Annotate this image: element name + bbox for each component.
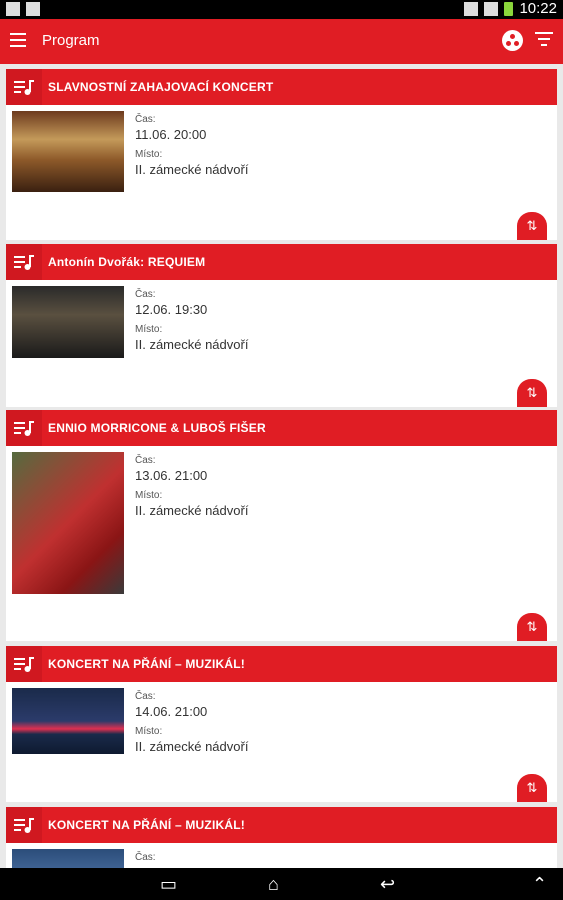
recent-apps-icon[interactable]: ▭	[160, 874, 177, 895]
time-label: Čas:	[135, 455, 156, 466]
playlist-music-icon	[6, 410, 42, 446]
event-photo	[12, 111, 124, 192]
event-card[interactable]: Antonín Dvořák: REQUIEM Čas: 12.06. 19:3…	[6, 244, 557, 407]
event-list[interactable]: SLAVNOSTNÍ ZAHAJOVACÍ KONCERT Čas: 11.06…	[0, 64, 563, 868]
event-time: 11.06. 20:00	[135, 127, 207, 142]
event-header[interactable]: SLAVNOSTNÍ ZAHAJOVACÍ KONCERT	[6, 69, 557, 105]
arrows-swap-icon: ⇅	[526, 780, 538, 795]
download-icon	[6, 2, 20, 16]
app-bar: Program	[0, 19, 563, 64]
event-card[interactable]: SLAVNOSTNÍ ZAHAJOVACÍ KONCERT Čas: 11.06…	[6, 69, 557, 240]
event-title: KONCERT NA PŘÁNÍ – MUZIKÁL!	[48, 818, 245, 832]
playlist-music-icon	[6, 646, 42, 682]
place-label: Místo:	[135, 726, 163, 737]
arrows-swap-icon: ⇅	[526, 619, 538, 634]
event-header[interactable]: Antonín Dvořák: REQUIEM	[6, 244, 557, 280]
event-title: KONCERT NA PŘÁNÍ – MUZIKÁL!	[48, 657, 245, 671]
battery-icon	[504, 1, 514, 16]
event-time: 12.06. 19:30	[135, 302, 208, 317]
playlist-music-icon	[6, 807, 42, 843]
share-button[interactable]: ⇅	[517, 379, 547, 407]
event-photo	[12, 286, 124, 358]
filter-icon[interactable]	[535, 32, 553, 48]
system-nav-bar: ▭ ⌂ ↩ ⌃	[0, 868, 563, 900]
place-label: Místo:	[135, 490, 163, 501]
event-title: ENNIO MORRICONE & LUBOŠ FIŠER	[48, 421, 266, 435]
clock: 10:22	[519, 0, 557, 17]
event-photo	[12, 849, 124, 868]
page-title: Program	[42, 32, 100, 49]
share-button[interactable]: ⇅	[517, 774, 547, 802]
time-label: Čas:	[135, 289, 156, 300]
place-label: Místo:	[135, 149, 163, 160]
event-photo	[12, 452, 124, 594]
event-header[interactable]: ENNIO MORRICONE & LUBOŠ FIŠER	[6, 410, 557, 446]
event-card[interactable]: KONCERT NA PŘÁNÍ – MUZIKÁL! Čas: 14.06. …	[6, 646, 557, 802]
wifi-icon	[484, 1, 499, 16]
place-label: Místo:	[135, 324, 163, 335]
time-label: Čas:	[135, 114, 156, 125]
arrows-swap-icon: ⇅	[526, 385, 538, 400]
home-icon[interactable]: ⌂	[268, 874, 279, 895]
event-title: Antonín Dvořák: REQUIEM	[48, 255, 206, 269]
chevron-up-icon[interactable]: ⌃	[532, 874, 547, 895]
image-icon	[26, 2, 40, 16]
event-place: II. zámecké nádvoří	[135, 503, 249, 518]
event-card[interactable]: ENNIO MORRICONE & LUBOŠ FIŠER Čas: 13.06…	[6, 410, 557, 641]
arrows-swap-icon: ⇅	[526, 218, 538, 233]
event-time: 13.06. 21:00	[135, 468, 208, 483]
event-place: II. zámecké nádvoří	[135, 739, 249, 754]
playlist-music-icon	[6, 69, 42, 105]
event-header[interactable]: KONCERT NA PŘÁNÍ – MUZIKÁL!	[6, 646, 557, 682]
event-title: SLAVNOSTNÍ ZAHAJOVACÍ KONCERT	[48, 80, 274, 94]
event-place: II. zámecké nádvoří	[135, 162, 249, 177]
event-time: 14.06. 21:00	[135, 704, 208, 719]
mute-icon	[464, 1, 479, 16]
menu-icon[interactable]	[10, 33, 26, 49]
event-card[interactable]: KONCERT NA PŘÁNÍ – MUZIKÁL! Čas:	[6, 807, 557, 868]
back-icon[interactable]: ↩	[380, 874, 395, 895]
tickets-icon[interactable]	[502, 30, 523, 51]
event-photo	[12, 688, 124, 754]
time-label: Čas:	[135, 691, 156, 702]
event-header[interactable]: KONCERT NA PŘÁNÍ – MUZIKÁL!	[6, 807, 557, 843]
share-button[interactable]: ⇅	[517, 613, 547, 641]
time-label: Čas:	[135, 852, 156, 863]
event-place: II. zámecké nádvoří	[135, 337, 249, 352]
status-bar: 10:22	[0, 0, 563, 19]
share-button[interactable]: ⇅	[517, 212, 547, 240]
playlist-music-icon	[6, 244, 42, 280]
